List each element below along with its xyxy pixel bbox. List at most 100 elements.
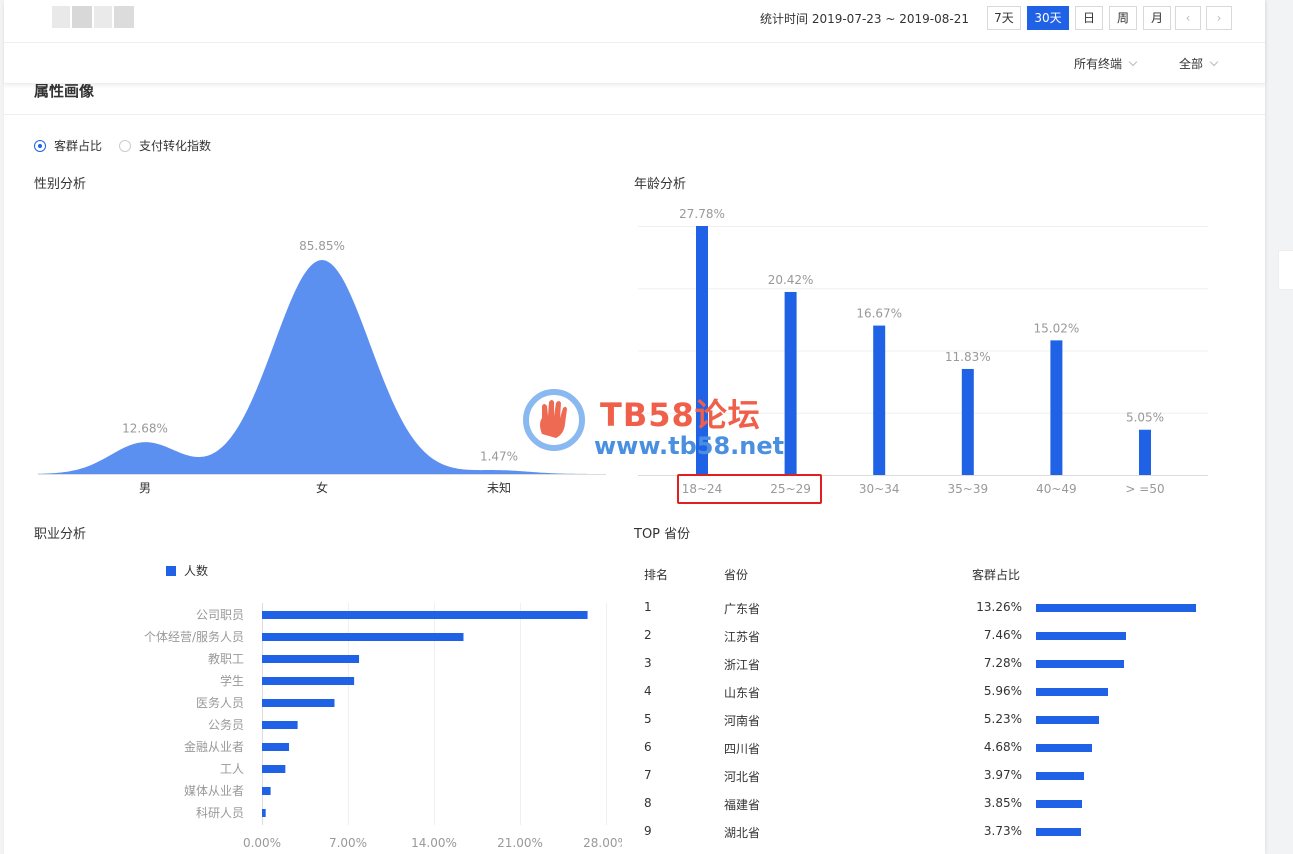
occ-bar <box>262 721 298 729</box>
province-rank: 6 <box>644 740 652 754</box>
province-rank: 4 <box>644 684 652 698</box>
age-highlight-box <box>677 474 822 504</box>
gender-value-label: 1.47% <box>480 449 518 463</box>
province-name: 浙江省 <box>724 658 761 672</box>
watermark-title: TB58论坛 <box>600 396 761 434</box>
hand-logo-icon <box>523 389 585 451</box>
legend-swatch <box>166 566 176 576</box>
toolbar-divider <box>4 42 1265 43</box>
province-name: 广东省 <box>724 602 761 616</box>
gender-category-label: 未知 <box>487 481 511 495</box>
province-row: 9 湖北省 3.73% <box>634 824 1214 852</box>
occ-category-label: 工人 <box>220 762 244 776</box>
side-float-tab[interactable] <box>1278 250 1293 290</box>
occupation-chart-title: 职业分析 <box>34 527 87 542</box>
province-row: 1 广东省 13.26% <box>634 600 1214 628</box>
section-divider <box>4 114 1265 115</box>
col-header-share: 客群占比 <box>972 568 1021 582</box>
age-value-label: 11.83% <box>945 350 991 364</box>
age-value-label: 27.78% <box>679 207 725 221</box>
occ-tick-label: 0.00% <box>243 836 281 850</box>
province-share-label: 4.68% <box>983 740 1022 754</box>
occ-bar <box>262 611 588 619</box>
radio-conversion-index[interactable]: 支付转化指数 <box>119 137 211 154</box>
range-30d-button[interactable]: 30天 <box>1027 6 1069 30</box>
age-bar <box>1139 429 1151 475</box>
province-row: 2 江苏省 7.46% <box>634 628 1214 656</box>
age-bar <box>784 291 797 475</box>
province-share-label: 7.46% <box>983 628 1022 642</box>
province-share-label: 5.96% <box>983 684 1022 698</box>
occ-bar <box>262 765 286 773</box>
radio-label: 客群占比 <box>54 139 103 153</box>
gender-value-label: 85.85% <box>299 239 345 253</box>
terminal-filter-label: 所有终端 <box>1074 57 1123 71</box>
occ-bar <box>262 743 290 751</box>
age-bar <box>961 368 974 475</box>
occupation-chart: 人数 0.00% 7.00% 14.00% 21.00% 28.00% 公司职员个体经营/服… <box>144 563 622 850</box>
occ-category-label: 媒体从业者 <box>184 784 244 798</box>
occ-tick-label: 21.00% <box>497 836 543 850</box>
radio-audience-share[interactable]: 客群占比 <box>34 137 102 154</box>
occ-category-label: 公司职员 <box>196 608 244 622</box>
scope-filter-dropdown[interactable]: 全部 <box>1179 55 1219 72</box>
age-category-label: > =50 <box>1125 482 1164 496</box>
occ-category-label: 金融从业者 <box>184 739 244 754</box>
range-7d-button[interactable]: 7天 <box>987 6 1021 30</box>
next-period-button[interactable]: › <box>1206 6 1232 30</box>
province-share-bar <box>1036 744 1093 752</box>
province-share-label: 5.23% <box>983 712 1022 726</box>
province-row: 6 四川省 4.68% <box>634 740 1214 768</box>
province-table-title: TOP 省份 <box>634 527 691 542</box>
province-share-label: 3.85% <box>983 796 1022 810</box>
province-share-bar <box>1036 604 1196 612</box>
occ-tick-label: 28.00% <box>583 836 622 850</box>
range-week-button[interactable]: 周 <box>1109 6 1137 30</box>
gender-category-label: 男 <box>139 481 151 495</box>
province-share-label: 7.28% <box>983 656 1022 670</box>
age-value-label: 5.05% <box>1126 411 1164 425</box>
occ-bar <box>262 633 464 641</box>
prev-period-button[interactable]: ‹ <box>1175 6 1201 30</box>
gender-chart-title: 性别分析 <box>34 177 87 192</box>
age-chart-title: 年龄分析 <box>634 177 687 192</box>
radio-unchecked-icon <box>119 139 131 152</box>
range-day-button[interactable]: 日 <box>1075 6 1103 30</box>
terminal-filter-dropdown[interactable]: 所有终端 <box>1074 55 1138 72</box>
occ-category-label: 科研人员 <box>196 806 244 820</box>
gender-value-label: 12.68% <box>122 421 168 435</box>
range-month-button[interactable]: 月 <box>1143 6 1171 30</box>
age-value-label: 20.42% <box>768 273 814 287</box>
province-share-bar <box>1036 716 1100 724</box>
top-toolbar: 统计时间 2019-07-23 ~ 2019-08-21 7天 30天 日 周 … <box>4 0 1265 84</box>
province-rank: 9 <box>644 824 652 838</box>
radio-checked-icon <box>34 139 46 152</box>
province-share-bar <box>1036 772 1084 780</box>
province-rank: 5 <box>644 712 652 726</box>
province-share-bar <box>1036 828 1081 836</box>
occ-bar <box>262 809 266 817</box>
province-row: 3 浙江省 7.28% <box>634 656 1214 684</box>
age-category-label: 35~39 <box>948 482 989 496</box>
province-name: 四川省 <box>724 742 761 756</box>
province-name: 福建省 <box>724 798 761 812</box>
province-share-label: 3.97% <box>983 768 1022 782</box>
period-label: 统计时间 2019-07-23 ~ 2019-08-21 <box>760 12 969 26</box>
province-share-label: 13.26% <box>976 600 1022 614</box>
col-header-rank: 排名 <box>644 568 669 582</box>
legend-label: 人数 <box>184 563 208 578</box>
occ-category-label: 个体经营/服务人员 <box>144 629 244 644</box>
gender-chart: 12.68% 男 85.85% 女 1.47% 未知 <box>38 239 606 495</box>
province-rank: 7 <box>644 768 652 782</box>
province-share-bar <box>1036 660 1124 668</box>
occ-bar <box>262 787 271 795</box>
age-value-label: 15.02% <box>1034 321 1080 335</box>
province-row: 8 福建省 3.85% <box>634 796 1214 824</box>
radio-label: 支付转化指数 <box>139 139 212 153</box>
occ-tick-label: 7.00% <box>329 836 367 850</box>
chevron-down-icon <box>1128 57 1138 67</box>
watermark-url: www.tb58.net <box>594 432 785 460</box>
province-name: 山东省 <box>724 686 761 700</box>
province-row: 7 河北省 3.97% <box>634 768 1214 796</box>
col-header-province: 省份 <box>724 568 749 582</box>
